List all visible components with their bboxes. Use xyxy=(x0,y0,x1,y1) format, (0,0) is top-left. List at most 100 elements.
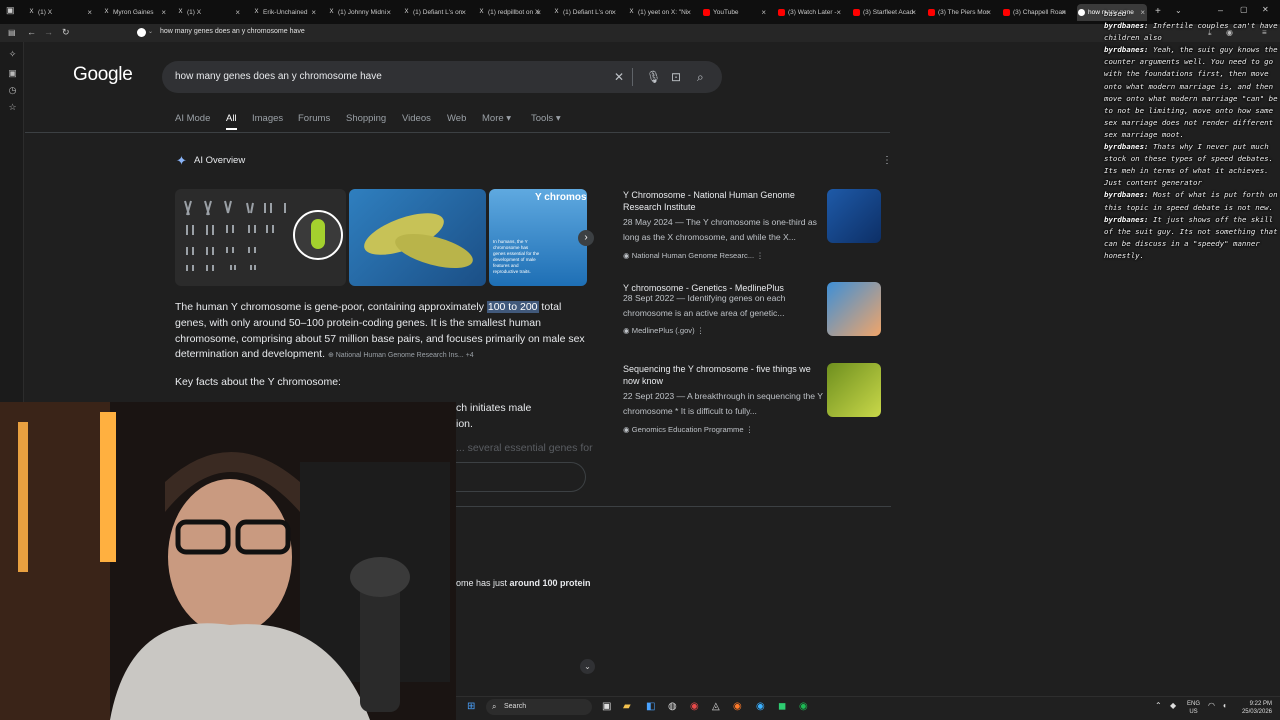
tab-close-icon[interactable]: × xyxy=(386,4,391,21)
source-card[interactable]: Sequencing the Y chromosome - five thing… xyxy=(615,363,890,443)
tab-label: (1) yeet on X: "Ni xyxy=(638,9,688,16)
source-more-icon[interactable]: ⋮ xyxy=(754,251,764,260)
tab-close-icon[interactable]: × xyxy=(686,4,691,21)
app-icon-1[interactable]: ◍ xyxy=(668,701,677,712)
tab-7[interactable]: X (1) Defiant L's on × xyxy=(552,4,618,21)
tab-5[interactable]: X (1) Defiant L's on × xyxy=(402,4,468,21)
source-chip[interactable]: ⊕ National Human Genome Research Ins... … xyxy=(328,352,474,359)
tab-close-icon[interactable]: × xyxy=(611,4,616,21)
search-input[interactable]: how many genes does an y chromosome have xyxy=(175,71,382,82)
history-icon[interactable]: ◷ xyxy=(8,86,17,95)
search-tab-3[interactable]: Forums xyxy=(298,113,330,124)
reload-icon[interactable]: ↻ xyxy=(62,27,70,38)
source-thumbnail[interactable] xyxy=(827,189,881,243)
google-logo[interactable]: Google xyxy=(73,64,133,86)
search-tab-2[interactable]: Images xyxy=(252,113,283,124)
tab-close-icon[interactable]: × xyxy=(836,4,841,21)
source-title[interactable]: Y Chromosome - National Human Genome Res… xyxy=(623,189,823,213)
windows-start-icon[interactable]: ⊞ xyxy=(467,701,475,712)
tab-close-icon[interactable]: × xyxy=(761,4,766,21)
source-more-icon[interactable]: ⋮ xyxy=(744,425,754,434)
wifi-icon[interactable]: ◠ xyxy=(1208,701,1215,710)
task-view-icon[interactable]: ▣ xyxy=(602,701,611,712)
tab-3[interactable]: X Erik-Unchained × xyxy=(252,4,318,21)
search-tab-7[interactable]: More ▾ xyxy=(482,113,511,124)
tab-close-icon[interactable]: × xyxy=(161,4,166,21)
volume-icon[interactable]: ◖ xyxy=(1222,701,1227,710)
firefox-icon[interactable]: ◉ xyxy=(733,701,742,712)
search-tab-8[interactable]: Tools ▾ xyxy=(531,113,561,124)
lens-search-icon[interactable]: ⊡ xyxy=(671,70,681,84)
tab-10[interactable]: (3) Watch Later - × xyxy=(777,4,843,21)
tab-9[interactable]: YouTube × xyxy=(702,4,768,21)
expand-chevron-icon[interactable]: ⌄ xyxy=(580,659,595,674)
search-tab-1[interactable]: All xyxy=(226,113,237,124)
site-info-chevron-icon[interactable]: ⌄ xyxy=(148,28,153,35)
store-icon[interactable]: ◧ xyxy=(646,701,655,712)
tab-13[interactable]: (3) Chappell Roan × xyxy=(1002,4,1068,21)
tab-close-icon[interactable]: × xyxy=(461,4,466,21)
tab-close-icon[interactable]: × xyxy=(911,4,916,21)
tray-app-icon[interactable]: ◆ xyxy=(1170,701,1176,710)
search-tab-6[interactable]: Web xyxy=(447,113,466,124)
ai-sparkle-icon[interactable]: ✧ xyxy=(8,50,17,59)
tab-close-icon[interactable]: × xyxy=(986,4,991,21)
tab-2[interactable]: X (1) X × xyxy=(176,4,242,21)
edge-icon[interactable]: ◉ xyxy=(756,701,765,712)
tab-4[interactable]: X (1) Johnny Midni × xyxy=(327,4,393,21)
app-icon-2[interactable]: ◬ xyxy=(712,701,720,712)
source-card[interactable]: Y Chromosome - National Human Genome Res… xyxy=(615,189,890,269)
obscured-text-2: ion. xyxy=(456,418,473,430)
source-site[interactable]: ◉ National Human Genome Researc... ⋮ xyxy=(623,251,764,260)
source-card[interactable]: Y chromosome - Genetics - MedlinePlus 28 … xyxy=(615,282,890,362)
tab-close-icon[interactable]: × xyxy=(1061,4,1066,21)
site-google-icon[interactable] xyxy=(137,28,146,37)
clear-search-icon[interactable]: ✕ xyxy=(614,70,624,84)
source-site[interactable]: ◉ Genomics Education Programme ⋮ xyxy=(623,425,753,434)
search-tab-5[interactable]: Videos xyxy=(402,113,431,124)
app-icon-3[interactable]: ◼ xyxy=(778,701,786,712)
image-caption: Y chromoso xyxy=(535,192,587,203)
tab-close-icon[interactable]: × xyxy=(536,4,541,21)
tab-12[interactable]: (3) The Piers Mor × xyxy=(927,4,993,21)
chromosome-3d-image[interactable] xyxy=(349,189,486,286)
tab-11[interactable]: (3) Starfleet Acad × xyxy=(852,4,918,21)
chrome-icon[interactable]: ◉ xyxy=(690,701,699,712)
search-tab-0[interactable]: AI Mode xyxy=(175,113,210,124)
clock[interactable]: 9:22 PM 25/03/2026 xyxy=(1236,700,1272,716)
source-thumbnail[interactable] xyxy=(827,363,881,417)
file-explorer-icon[interactable]: ▰ xyxy=(623,701,631,712)
source-more-icon[interactable]: ⋮ xyxy=(695,326,705,335)
karyotype-image[interactable] xyxy=(175,189,346,286)
tab-close-icon[interactable]: × xyxy=(235,4,240,21)
source-thumbnail[interactable] xyxy=(827,282,881,336)
ai-overview-more-icon[interactable]: ⋮ xyxy=(882,155,892,166)
voice-search-icon[interactable]: 🎙 xyxy=(646,70,661,84)
search-tab-4[interactable]: Shopping xyxy=(346,113,386,124)
tab-close-icon[interactable]: × xyxy=(311,4,316,21)
taskbar-search-label: Search xyxy=(504,703,527,710)
source-site[interactable]: ◉ MedlinePlus (.gov) ⋮ xyxy=(623,326,704,335)
search-icon[interactable]: ⌕ xyxy=(697,70,704,85)
tab-0[interactable]: X (1) X × xyxy=(27,4,94,21)
sidebar-toggle-icon[interactable]: ▤ xyxy=(8,28,16,37)
tab-close-icon[interactable]: × xyxy=(87,4,92,21)
spotify-icon[interactable]: ◉ xyxy=(799,701,808,712)
taskbar-search[interactable] xyxy=(486,699,592,715)
carousel-next-icon[interactable]: › xyxy=(578,230,594,246)
back-icon[interactable]: ← xyxy=(27,27,36,37)
tab-8[interactable]: X (1) yeet on X: "Ni × xyxy=(627,4,693,21)
bookmarks-icon[interactable]: ☆ xyxy=(8,103,17,112)
forward-icon[interactable]: → xyxy=(44,27,53,37)
tab-1[interactable]: X Myron Gaines × xyxy=(102,4,168,21)
tray-chevron-icon[interactable]: ⌃ xyxy=(1155,701,1162,710)
y-chromosome-info-image[interactable]: Y chromoso In humans, the Y chromosome h… xyxy=(489,189,587,286)
pocket-icon[interactable]: ▣ xyxy=(8,69,17,78)
source-title[interactable]: Sequencing the Y chromosome - five thing… xyxy=(623,363,823,387)
tab-menu-icon[interactable]: ▣ xyxy=(6,5,20,19)
url-field[interactable]: how many genes does an y chromosome have xyxy=(160,28,305,35)
tab-6[interactable]: X (1) redpillbot on X × xyxy=(477,4,543,21)
search-divider xyxy=(632,68,633,86)
language-indicator[interactable]: ENG US xyxy=(1187,700,1200,716)
show-more-button[interactable] xyxy=(456,462,586,492)
